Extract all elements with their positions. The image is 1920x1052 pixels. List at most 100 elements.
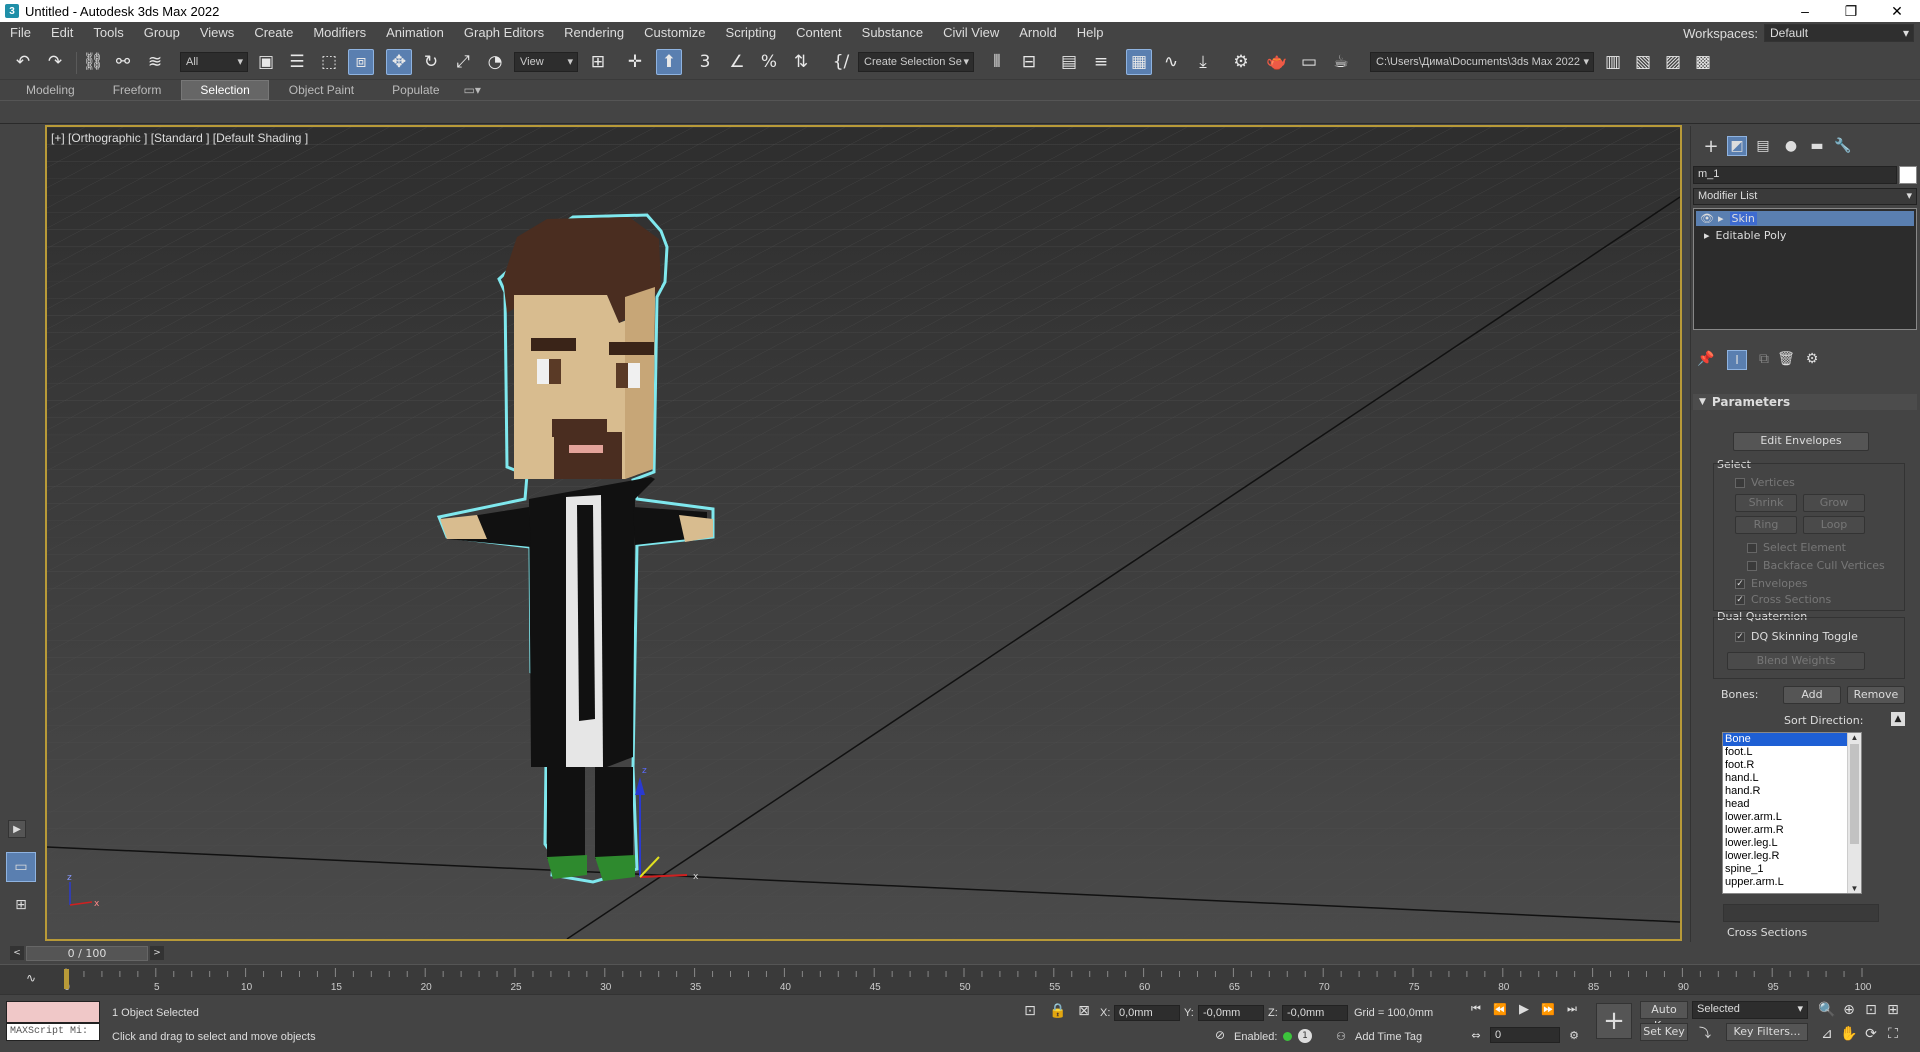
expand-arrow-icon[interactable]: ▸: [1718, 212, 1724, 225]
spinner-snap-icon[interactable]: ⇅: [788, 49, 814, 75]
single-viewport-layout-icon[interactable]: ▭: [6, 852, 36, 882]
pan-view-icon[interactable]: ✋: [1840, 1025, 1858, 1043]
track-bar[interactable]: ∿ 05101520253035404550556065707580859095…: [0, 964, 1920, 994]
envelopes-checkbox[interactable]: ✓ Envelopes: [1735, 577, 1807, 590]
menu-file[interactable]: File: [0, 22, 41, 44]
menu-tools[interactable]: Tools: [83, 22, 133, 44]
display-tab-icon[interactable]: ▬: [1807, 136, 1827, 156]
auto-key-button[interactable]: Auto Key: [1640, 1001, 1688, 1032]
list-item[interactable]: foot.L: [1723, 746, 1861, 759]
tab-selection[interactable]: Selection: [181, 80, 269, 100]
cross-sections-checkbox[interactable]: ✓ Cross Sections: [1735, 593, 1831, 606]
key-mode-dropdown[interactable]: Selected ▾: [1692, 1001, 1808, 1019]
expand-arrow-icon[interactable]: ▸: [1704, 229, 1710, 242]
scroll-thumb[interactable]: [1850, 744, 1859, 844]
list-item[interactable]: hand.R: [1723, 785, 1861, 798]
modify-tab-icon[interactable]: ◩: [1727, 136, 1747, 156]
stack-item-editable-poly[interactable]: ▸ Editable Poly: [1696, 228, 1914, 243]
menu-create[interactable]: Create: [244, 22, 303, 44]
menu-scripting[interactable]: Scripting: [716, 22, 787, 44]
time-tag-icon[interactable]: ⚇: [1334, 1029, 1348, 1043]
loop-button[interactable]: Loop: [1803, 516, 1865, 534]
list-item[interactable]: lower.arm.L: [1723, 811, 1861, 824]
render-setup-icon[interactable]: 🫖: [1264, 49, 1290, 75]
viewport-label[interactable]: [+] [Orthographic ] [Standard ] [Default…: [51, 131, 308, 145]
list-item[interactable]: lower.leg.R: [1723, 850, 1861, 863]
menu-edit[interactable]: Edit: [41, 22, 83, 44]
shrink-button[interactable]: Shrink: [1735, 494, 1797, 512]
scene-converter-icon[interactable]: ▩: [1690, 49, 1716, 75]
align-icon[interactable]: ⊟: [1016, 49, 1042, 75]
time-slider[interactable]: 0 / 100: [26, 946, 148, 961]
schematic-view-icon[interactable]: ⤓: [1190, 49, 1216, 75]
stack-item-skin[interactable]: 👁 ▸ Skin: [1696, 211, 1914, 226]
pin-stack-icon[interactable]: 📌: [1697, 350, 1715, 368]
tab-freeform[interactable]: Freeform: [95, 81, 180, 99]
menu-arnold[interactable]: Arnold: [1009, 22, 1067, 44]
maximize-button[interactable]: ❐: [1828, 0, 1874, 22]
select-and-scale-icon[interactable]: ⤢: [450, 49, 476, 75]
dq-skinning-checkbox[interactable]: ✓ DQ Skinning Toggle: [1735, 630, 1858, 643]
zoom-all-icon[interactable]: ⊕: [1840, 1001, 1858, 1019]
bind-space-warp-icon[interactable]: ≋: [142, 49, 168, 75]
zoom-extents-all-icon[interactable]: ⊞: [1884, 1001, 1902, 1019]
object-color-swatch[interactable]: [1899, 166, 1917, 184]
blend-weights-button[interactable]: Blend Weights: [1727, 652, 1865, 670]
y-coordinate-field[interactable]: -0,0mm: [1198, 1005, 1264, 1021]
list-item[interactable]: lower.arm.R: [1723, 824, 1861, 837]
default-in-out-tangents-icon[interactable]: ⤵: [1696, 1023, 1714, 1041]
expand-icon[interactable]: ▶: [8, 820, 26, 838]
project-folder-dropdown[interactable]: C:\Users\Дима\Documents\3ds Max 2022: [1370, 52, 1594, 72]
make-unique-icon[interactable]: ⧉: [1755, 350, 1773, 368]
select-element-checkbox[interactable]: Select Element: [1747, 541, 1846, 554]
set-key-button[interactable]: Set Key: [1640, 1023, 1688, 1041]
maxscript-mini-listener[interactable]: MAXScript Mi:: [6, 1023, 100, 1041]
select-and-move-icon[interactable]: ✥: [386, 49, 412, 75]
adaptive-degradation-icon[interactable]: ⊘: [1212, 1027, 1228, 1043]
redo-icon[interactable]: ↷: [42, 49, 68, 75]
edit-named-selection-icon[interactable]: {/: [828, 49, 854, 75]
selection-filter-dropdown[interactable]: All: [180, 52, 248, 72]
transform-gizmo-icon[interactable]: ✛: [622, 49, 648, 75]
place-icon[interactable]: ◔: [482, 49, 508, 75]
open-explorer-icon[interactable]: ▥: [1600, 49, 1626, 75]
maxscript-listener-output[interactable]: [6, 1001, 100, 1023]
link-icon[interactable]: ⛓: [80, 49, 106, 75]
list-item[interactable]: foot.R: [1723, 759, 1861, 772]
object-name-field[interactable]: m_1: [1693, 166, 1897, 184]
prev-frame-icon[interactable]: <: [10, 946, 24, 960]
z-coordinate-field[interactable]: -0,0mm: [1282, 1005, 1348, 1021]
field-of-view-icon[interactable]: ⊿: [1818, 1025, 1836, 1043]
minimize-button[interactable]: –: [1782, 0, 1828, 22]
weight-field[interactable]: [1723, 904, 1879, 922]
close-button[interactable]: ✕: [1874, 0, 1920, 22]
viewport-canvas[interactable]: z x z x: [47, 127, 1680, 939]
keyboard-shortcut-override-icon[interactable]: ⬆: [656, 49, 682, 75]
toggle-panel-icon[interactable]: ▧: [1630, 49, 1656, 75]
menu-rendering[interactable]: Rendering: [554, 22, 634, 44]
select-and-rotate-icon[interactable]: ↻: [418, 49, 444, 75]
key-mode-toggle-icon[interactable]: ⇔: [1468, 1027, 1484, 1043]
utilities-tab-icon[interactable]: 🔧: [1833, 136, 1853, 156]
info-icon[interactable]: 1: [1298, 1029, 1312, 1043]
play-icon[interactable]: ▶: [1516, 1001, 1532, 1017]
grow-button[interactable]: Grow: [1803, 494, 1865, 512]
quad-viewport-layout-icon[interactable]: ⊞: [6, 890, 36, 920]
eye-icon[interactable]: 👁: [1700, 212, 1714, 225]
remove-modifier-icon[interactable]: 🗑: [1777, 350, 1795, 368]
ref-coord-dropdown[interactable]: View: [514, 52, 578, 72]
scroll-up-icon[interactable]: ▲: [1848, 733, 1861, 742]
motion-tab-icon[interactable]: ●: [1781, 136, 1801, 156]
go-to-start-icon[interactable]: ⏮: [1468, 1001, 1484, 1017]
menu-group[interactable]: Group: [134, 22, 190, 44]
select-by-name-icon[interactable]: ☰: [284, 49, 310, 75]
window-crossing-icon[interactable]: ⧈: [348, 49, 374, 75]
layer-explorer-icon[interactable]: ≡: [1088, 49, 1114, 75]
bones-list[interactable]: Bone foot.L foot.R hand.L hand.R head lo…: [1722, 732, 1862, 894]
menu-content[interactable]: Content: [786, 22, 852, 44]
go-to-end-icon[interactable]: ⏭: [1564, 1001, 1580, 1017]
sort-direction-icon[interactable]: ▲: [1891, 712, 1905, 726]
rendered-frame-window-icon[interactable]: ▭: [1296, 49, 1322, 75]
ring-button[interactable]: Ring: [1735, 516, 1797, 534]
orbit-icon[interactable]: ⟳: [1862, 1025, 1880, 1043]
